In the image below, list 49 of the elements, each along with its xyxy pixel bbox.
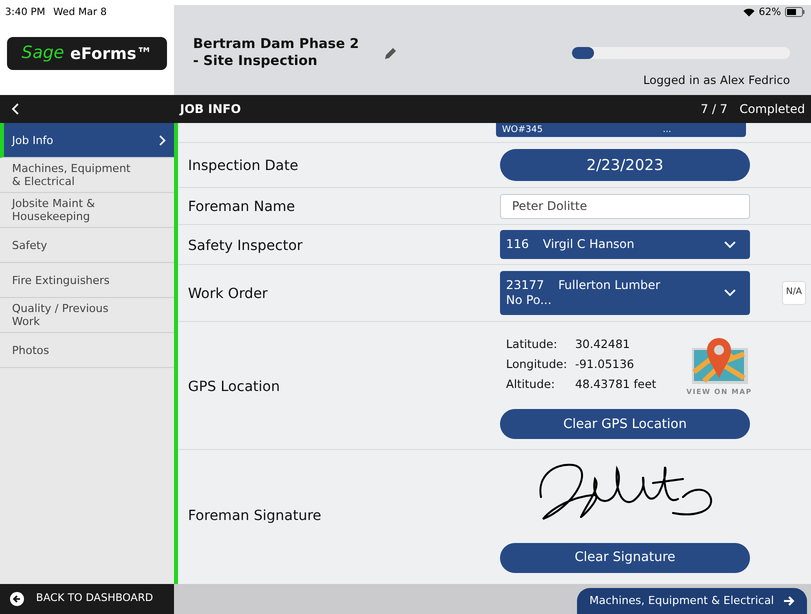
select-extra: No Po... <box>506 293 553 308</box>
field-label: Safety Inspector <box>188 238 303 254</box>
logo-product: eForms™ <box>70 42 152 64</box>
select-value: Fullerton Lumber <box>558 278 660 293</box>
field-label: Foreman Signature <box>188 508 322 524</box>
clear-gps-button[interactable]: Clear GPS Location <box>500 409 750 440</box>
status-date: Wed Mar 8 <box>53 6 107 20</box>
select-code: 23177 <box>506 278 544 293</box>
altitude-value: 48.43781 feet <box>575 376 656 394</box>
pencil-icon[interactable] <box>383 47 397 61</box>
latitude-value: 30.42481 <box>575 336 631 353</box>
field-label: Foreman Name <box>188 199 296 215</box>
completion-status: Completed <box>740 101 805 118</box>
wifi-icon <box>742 8 755 16</box>
field-label: Inspection Date <box>188 158 298 174</box>
logged-in-text: Logged in as Alex Fedrico <box>643 72 790 89</box>
chevron-down-icon <box>724 240 736 248</box>
form-title: Bertram Dam Phase 2 - Site Inspection <box>193 36 360 70</box>
battery-icon <box>785 7 805 17</box>
back-chevron-icon[interactable] <box>12 103 20 115</box>
chevron-down-icon <box>724 289 736 297</box>
clear-signature-button[interactable]: Clear Signature <box>500 542 750 572</box>
field-label: Work Order <box>188 286 268 302</box>
longitude-value: -91.05136 <box>575 356 636 373</box>
na-button[interactable]: N/A <box>782 281 806 305</box>
sidebar-item[interactable]: Job Info <box>0 123 174 158</box>
logo-brand: Sage <box>22 42 64 65</box>
select-code: 116 <box>506 237 529 252</box>
field-label: GPS Location <box>188 378 280 394</box>
longitude-label: Longitude: <box>506 356 568 373</box>
select-field[interactable]: 23177 Fullerton Lumber No Po... <box>500 271 750 315</box>
chevron-right-icon <box>159 134 166 146</box>
back-to-dashboard-button[interactable]: BACK TO DASHBOARD <box>0 584 174 614</box>
arrow-left-circle-icon <box>10 592 24 606</box>
altitude-label: Altitude: <box>506 376 556 394</box>
select-field[interactable]: WO#345 ... <box>496 123 746 137</box>
input-field[interactable]: Peter Dolitte <box>500 194 750 218</box>
select-value: Virgil C Hanson <box>542 237 634 252</box>
next-section-button[interactable]: Machines, Equipment & Electrical <box>577 588 807 614</box>
section-title: JOB INFO <box>178 101 241 118</box>
page-count: 7 / 7 <box>700 101 728 118</box>
select-field[interactable]: 116 Virgil C Hanson <box>500 230 750 259</box>
status-time: 3:40 PM <box>5 6 46 20</box>
latitude-label: Latitude: <box>506 336 558 353</box>
select-more: ... <box>662 125 672 135</box>
date-button[interactable]: 2/23/2023 <box>500 149 750 181</box>
arrow-right-icon <box>784 596 795 606</box>
battery-percent: 62% <box>758 6 781 20</box>
select-code: WO#345 <box>502 125 543 135</box>
